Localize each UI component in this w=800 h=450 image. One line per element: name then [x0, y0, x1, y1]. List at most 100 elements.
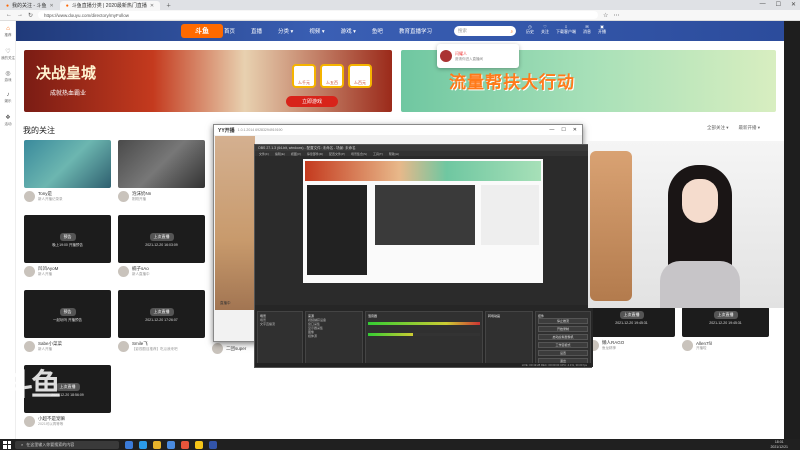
- stream-card[interactable]: Tony是 新人开播记录录: [24, 140, 111, 202]
- avatar[interactable]: [24, 266, 35, 277]
- stream-card[interactable]: 上次直播 2021-12-20 17:26:07 Smile飞 【影视剧目推荐】吃…: [118, 290, 205, 352]
- edge-browser-icon[interactable]: [139, 440, 147, 449]
- stream-thumbnail[interactable]: 预告 晚上19:00 开播预告: [24, 215, 111, 263]
- task-view-icon[interactable]: [125, 440, 133, 449]
- start-recording-button[interactable]: 开始录制: [538, 326, 588, 332]
- obs-menu-scenes[interactable]: 场景集合(S): [351, 152, 367, 156]
- file-explorer-icon[interactable]: [153, 440, 161, 449]
- site-logo[interactable]: 斗鱼: [181, 24, 223, 38]
- stream-card[interactable]: 预告 晚上19:00 开播预告 凹凹AyoM 新人开播: [24, 215, 111, 277]
- obs-menu-tools[interactable]: 工具(T): [373, 152, 383, 156]
- sidebar-item-follow[interactable]: ♡ 我的关注: [0, 43, 16, 65]
- nav-category[interactable]: 分类 ▾: [278, 27, 293, 35]
- close-icon[interactable]: ✕: [573, 127, 577, 133]
- maximize-icon[interactable]: ☐: [561, 127, 565, 133]
- obs-menu-profile[interactable]: 配置文件(P): [329, 152, 345, 156]
- sidebar-item-activity[interactable]: ❖ 活动: [0, 109, 16, 131]
- maximize-icon[interactable]: ☐: [776, 1, 781, 8]
- avatar[interactable]: [118, 341, 129, 352]
- nav-education[interactable]: 教育直播学习: [399, 27, 432, 35]
- avatar[interactable]: [212, 343, 223, 354]
- play-now-button[interactable]: 立即游戏: [286, 96, 338, 107]
- app-title-bar[interactable]: YY开播 1.0.1.2014 69283294919190 — ☐ ✕: [214, 125, 582, 135]
- star-icon[interactable]: ☆: [603, 12, 608, 19]
- streamer-name[interactable]: Allen7fil: [696, 341, 712, 346]
- stream-thumbnail[interactable]: 预告 一起玩吗 开播预告: [24, 290, 111, 338]
- start-stream-button[interactable]: ▣ 开播: [598, 24, 606, 35]
- avatar[interactable]: [24, 416, 35, 427]
- obs-app-icon[interactable]: [181, 440, 189, 449]
- history-button[interactable]: ◷ 历史: [526, 24, 534, 35]
- studio-mode-button[interactable]: 工作室模式: [538, 342, 588, 348]
- stream-thumbnail[interactable]: 上次直播 2021-12-20 19:45:31: [682, 307, 769, 337]
- url-input[interactable]: https://www.douyu.com/directory/myFollow: [38, 11, 599, 19]
- avatar[interactable]: [118, 191, 129, 202]
- follow-button[interactable]: ♡ 关注: [541, 24, 549, 35]
- minimize-icon[interactable]: —: [549, 127, 554, 133]
- avatar[interactable]: [24, 191, 35, 202]
- close-tab-icon[interactable]: ✕: [49, 3, 53, 9]
- live-status-label: 直播中: [220, 301, 231, 305]
- refresh-icon[interactable]: ↻: [28, 12, 33, 19]
- obs-menu-file[interactable]: 文件(F): [259, 152, 269, 156]
- new-tab-button[interactable]: ＋: [160, 1, 177, 10]
- scene-item[interactable]: 文字直播流: [260, 322, 300, 326]
- notification-popup[interactable]: 闪耀人 邀请你进入直播间: [437, 44, 519, 68]
- yy-app-icon[interactable]: [195, 440, 203, 449]
- obs-preview-canvas[interactable]: [303, 159, 543, 283]
- source-item[interactable]: 媒体源: [308, 334, 360, 338]
- stream-card[interactable]: 预告 一起玩吗 开播预告 Sabe小菜菜 新人开播: [24, 290, 111, 352]
- download-button[interactable]: ⇩ 下载客户端: [556, 24, 576, 35]
- nav-video[interactable]: 视频 ▾: [309, 27, 324, 35]
- search-input[interactable]: 搜索 ⌕: [454, 26, 516, 36]
- filter-all-dropdown[interactable]: 全部关注 ▾: [707, 125, 729, 131]
- streamer-name[interactable]: 二团super: [226, 346, 246, 352]
- nav-live[interactable]: 直播: [251, 27, 262, 35]
- avatar[interactable]: [682, 340, 693, 351]
- stream-thumbnail[interactable]: 上次直播 2021-12-20 16:03:09: [118, 215, 205, 263]
- sidebar-item-entertainment[interactable]: ♪ 娱乐: [0, 87, 16, 109]
- stream-card[interactable]: 上次直播 2021-12-20 19:45:31 Allen7fil 开播啦: [682, 307, 769, 351]
- sidebar-item-label: 活动: [4, 121, 12, 126]
- windows-start-icon[interactable]: [3, 440, 11, 449]
- taskbar-app-icon[interactable]: [209, 440, 217, 449]
- browser-tab[interactable]: ● 我的关注 - 斗鱼 ✕: [0, 1, 60, 10]
- filter-latest-dropdown[interactable]: 最新开播 ▾: [738, 125, 760, 131]
- close-icon[interactable]: ✕: [791, 1, 796, 8]
- obs-menu-help[interactable]: 帮助(H): [389, 152, 399, 156]
- browser-tab-active[interactable]: ● 斗鱼直播分类 | 2020最新热门直播 ✕: [59, 1, 161, 10]
- sidebar-item-games[interactable]: ◎ 游戏: [0, 65, 16, 87]
- minimize-icon[interactable]: —: [760, 1, 766, 8]
- back-icon[interactable]: ←: [6, 12, 12, 18]
- stream-card[interactable]: 上次直播 2021-12-20 16:03:09 楠子sAo 新人直播中: [118, 215, 205, 277]
- nav-home[interactable]: 首页: [224, 27, 235, 35]
- close-tab-icon[interactable]: ✕: [150, 3, 154, 9]
- forward-icon[interactable]: →: [17, 12, 23, 18]
- search-icon[interactable]: ⌕: [510, 29, 513, 34]
- banner-game-ad[interactable]: 决战皇城 成就热血霸业 ㄙ千元 ㄙ五百 ㄙ百元 立即游戏: [24, 50, 392, 112]
- stop-streaming-button[interactable]: 停止推流: [538, 318, 588, 324]
- taskbar-clock[interactable]: 18:01 2021/12/21: [770, 440, 788, 449]
- obs-window: OBS 27.1.3 (64-bit, windows) - 配置文件: 未命名…: [254, 144, 593, 368]
- nav-fishbar[interactable]: 鱼吧: [372, 27, 383, 35]
- extensions-icon[interactable]: ⋯: [613, 12, 619, 19]
- chrome-icon[interactable]: [167, 440, 175, 449]
- stream-card[interactable]: 上次直播 2021-12-20 19:45:31 懒人RAGO 鱼龙精神: [588, 307, 675, 351]
- stream-thumbnail[interactable]: 上次直播 2021-12-20 17:26:07: [118, 290, 205, 338]
- taskbar-search-input[interactable]: ⌕ 在这里输入你要搜索的内容: [15, 440, 119, 449]
- nav-games[interactable]: 游戏 ▾: [341, 27, 356, 35]
- obs-menu-docks[interactable]: 停靠部件(D): [307, 152, 323, 156]
- stream-thumbnail[interactable]: [118, 140, 205, 188]
- obs-menu-view[interactable]: 视图(V): [291, 152, 301, 156]
- virtual-camera-button[interactable]: 启动虚拟摄像机: [538, 334, 588, 340]
- sidebar-item-recommend[interactable]: ⌂ 推荐: [0, 21, 16, 43]
- avatar[interactable]: [24, 341, 35, 352]
- message-button[interactable]: ✉ 消息: [583, 24, 591, 35]
- obs-menu-edit[interactable]: 编辑(E): [275, 152, 285, 156]
- stream-thumbnail[interactable]: [24, 140, 111, 188]
- stream-thumbnail[interactable]: 上次直播 2021-12-20 19:45:31: [588, 307, 675, 337]
- settings-button[interactable]: 设置: [538, 350, 588, 356]
- stream-card[interactable]: 泡沫奶Nn 刚刚开播: [118, 140, 205, 202]
- avatar[interactable]: [118, 266, 129, 277]
- douyu-watermark: 斗鱼: [3, 368, 61, 403]
